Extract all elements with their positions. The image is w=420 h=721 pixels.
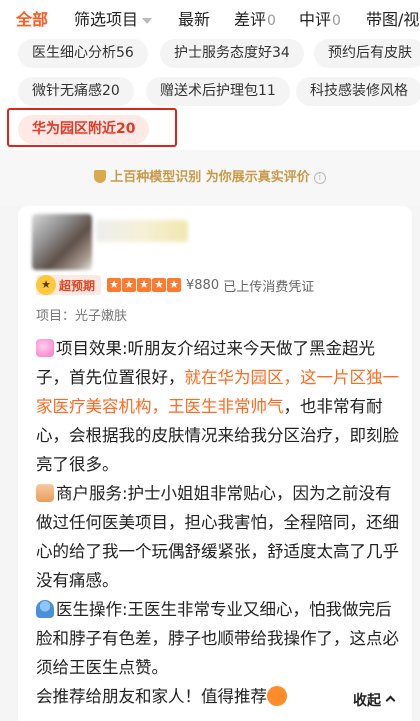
star-icon: ★ [137,278,152,292]
sparkle-icon [36,339,54,357]
chevron-down-icon [142,17,153,24]
authenticity-banner: 上百种模型识别 为你展示真实评价 i [0,150,420,206]
review-text: 项目效果:听朋友介绍过来今天做了黑金超光子，首先位置很好，就在华为园区，这一片区… [36,334,402,711]
chip-appointment[interactable]: 预约后有皮肤 [314,39,420,68]
star-icon: ★ [122,278,137,292]
star-icon: ★ [167,278,182,292]
chip-doctor-analysis[interactable]: 医生细心分析56 [18,39,148,68]
exceed-expectation-badge: ★ 超预期 [36,275,102,295]
rating-stars: ★ ★ ★ ★ ★ [107,278,182,292]
collapse-button[interactable]: 收起 [341,690,396,710]
heart-eyes-icon [267,686,287,706]
tab-latest[interactable]: 最新 [178,6,210,30]
tab-with-media[interactable]: 带图/视 [366,6,419,30]
price: ¥880 [186,277,220,293]
review-card: ★ 超预期 ★ ★ ★ ★ ★ ¥880 已上传消费凭证 项目：光子嫩肤 项目效果:听朋友… [18,206,412,721]
shield-icon [94,170,107,183]
effect-paragraph: 项目效果:听朋友介绍过来今天做了黑金超光子，首先位置很好，就在华为园区，这一片区… [36,339,399,474]
service-paragraph: 商户服务:护士小姐姐非常贴心，因为之前没有做过任何医美项目，担心我害怕，全程陪同… [36,484,399,590]
star-icon: ★ [107,278,122,292]
star-icon: ★ [152,278,167,292]
tab-negative[interactable]: 差评0 [234,6,276,30]
annotation-highlight-box [7,108,177,147]
tab-filter-project[interactable]: 筛选项目 [74,6,153,30]
chip-painless[interactable]: 微针无痛感20 [18,77,134,106]
wow-face-icon: ★ [36,275,56,295]
chip-care-pack[interactable]: 赠送术后护理包11 [146,77,290,106]
doctor-icon [36,600,54,618]
doctor-paragraph: 医生操作:王医生非常专业又细心，怕我做完后脸和脖子有色差，脖子也顺带给我操作了，… [36,600,399,677]
username-blurred[interactable] [96,220,188,242]
shop-icon [36,484,54,502]
voucher-note: 已上传消费凭证 [223,279,315,295]
tab-all[interactable]: 全部 [16,6,48,30]
filter-tab-bar: 全部 筛选项目 最新 差评0 中评0 带图/视 [0,0,420,34]
chip-decor-style[interactable]: 科技感装修风格 [296,77,420,106]
tab-neutral[interactable]: 中评0 [299,6,341,30]
project-label: 项目：光子嫩肤 [36,309,128,324]
chip-nurse-service[interactable]: 护士服务态度好34 [160,39,304,68]
avatar[interactable] [32,214,92,270]
review-meta: ★ 超预期 ★ ★ ★ ★ ★ ¥880 已上传消费凭证 [36,274,314,296]
chevron-up-icon [385,695,396,706]
info-icon[interactable]: i [313,171,326,184]
